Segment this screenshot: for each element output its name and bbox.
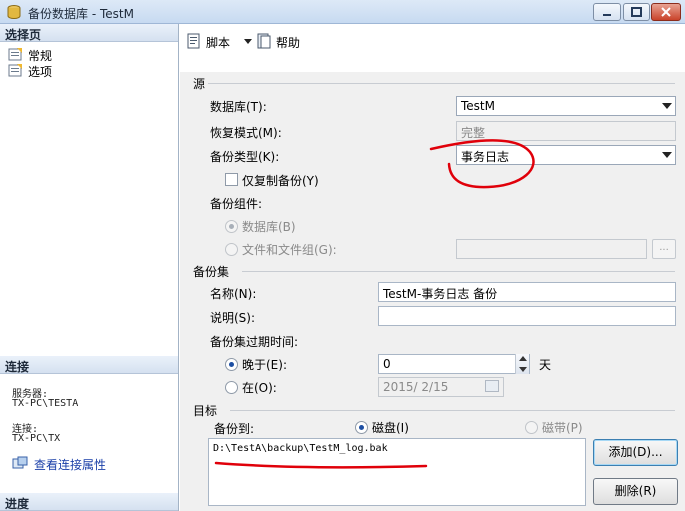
section-divider <box>230 410 675 411</box>
expire-days-value: 0 <box>383 357 391 371</box>
section-divider <box>242 271 675 272</box>
days-spinner[interactable] <box>515 354 529 374</box>
backup-name-input[interactable]: TestM-事务日志 备份 <box>378 282 676 302</box>
recovery-model-value: 完整 <box>461 126 486 140</box>
component-database-label: 数据库(B) <box>242 220 296 234</box>
right-pane: 脚本 帮助 源 数据库(T): TestM 恢复模式(M): 完整 备份类型(K… <box>180 24 685 511</box>
page-icon <box>8 48 22 61</box>
recovery-model-field: 完整 <box>456 121 676 141</box>
connection-value: TX-PC\TX <box>12 433 61 444</box>
add-button[interactable]: 添加(D)... <box>593 439 678 466</box>
connection-properties-icon <box>12 456 28 469</box>
server-value: TX-PC\TESTA <box>12 398 79 409</box>
left-pane: 选择页 常规 选项 连接 服务器: TX-PC\TESTA 连接: TX-PC\… <box>0 24 179 511</box>
backup-component-label: 备份组件: <box>210 197 263 211</box>
days-unit-label: 天 <box>539 358 552 372</box>
expire-after-label: 晚于(E): <box>242 358 287 372</box>
backup-type-select[interactable]: 事务日志 <box>456 145 676 165</box>
destination-list[interactable]: D:\TestA\backup\TestM_log.bak <box>208 438 586 506</box>
window-title: 备份数据库 - TestM <box>28 7 134 21</box>
component-files-label: 文件和文件组(G): <box>242 243 337 257</box>
script-icon <box>187 33 200 49</box>
copy-only-label: 仅复制备份(Y) <box>242 174 319 188</box>
component-database-radio[interactable] <box>225 220 238 233</box>
database-icon <box>7 5 21 20</box>
expire-label: 备份集过期时间: <box>210 335 299 349</box>
name-label: 名称(N): <box>210 287 257 301</box>
maximize-icon <box>631 7 642 17</box>
database-select[interactable]: TestM <box>456 96 676 116</box>
disk-label: 磁盘(I) <box>372 421 409 435</box>
backup-type-value: 事务日志 <box>461 150 510 164</box>
chevron-down-icon <box>662 103 672 109</box>
backup-set-section-label: 备份集 <box>193 265 230 279</box>
tape-radio[interactable] <box>525 421 538 434</box>
script-button[interactable]: 脚本 <box>186 33 254 51</box>
backup-to-label: 备份到: <box>214 422 255 436</box>
filegroups-field <box>456 239 647 259</box>
toolbar: 脚本 帮助 <box>180 24 685 60</box>
backup-type-label: 备份类型(K): <box>210 150 280 164</box>
progress-header: 进度 <box>0 493 178 511</box>
select-page-header: 选择页 <box>0 24 178 42</box>
remove-button[interactable]: 删除(R) <box>593 478 678 505</box>
expire-date-value: 2015/ 2/15 <box>383 380 449 394</box>
copy-only-checkbox[interactable] <box>225 173 238 186</box>
component-files-radio[interactable] <box>225 243 238 256</box>
minimize-button[interactable] <box>593 3 621 21</box>
expire-after-radio[interactable] <box>225 358 238 371</box>
calendar-icon <box>485 380 499 392</box>
page-icon <box>8 64 22 77</box>
form-area: 源 数据库(T): TestM 恢复模式(M): 完整 备份类型(K): 事务日… <box>180 72 685 511</box>
destination-section-label: 目标 <box>193 404 218 418</box>
browse-filegroups-button[interactable]: ... <box>652 239 676 259</box>
expire-days-input[interactable]: 0 <box>378 354 530 374</box>
description-label: 说明(S): <box>210 311 256 325</box>
help-button[interactable]: 帮助 <box>256 33 306 51</box>
backup-name-value: TestM-事务日志 备份 <box>383 287 498 301</box>
recovery-model-label: 恢复模式(M): <box>210 126 282 140</box>
database-value: TestM <box>461 99 495 113</box>
close-icon <box>661 7 671 17</box>
chevron-down-icon[interactable] <box>244 39 252 45</box>
source-section-label: 源 <box>193 77 206 91</box>
help-label: 帮助 <box>276 36 301 50</box>
maximize-button[interactable] <box>623 3 650 21</box>
script-label: 脚本 <box>206 36 231 50</box>
destination-path[interactable]: D:\TestA\backup\TestM_log.bak <box>213 443 388 454</box>
title-bar: 备份数据库 - TestM <box>0 0 685 24</box>
view-connection-properties-label: 查看连接属性 <box>34 458 107 472</box>
expire-date-picker[interactable]: 2015/ 2/15 <box>378 377 504 397</box>
connection-header: 连接 <box>0 356 178 374</box>
description-input[interactable] <box>378 306 676 326</box>
tape-label: 磁带(P) <box>542 421 583 435</box>
database-label: 数据库(T): <box>210 100 267 114</box>
page-general-label: 常规 <box>28 49 53 63</box>
page-options-label: 选项 <box>28 65 53 79</box>
expire-on-label: 在(O): <box>242 381 277 395</box>
chevron-down-icon <box>662 152 672 158</box>
expire-on-radio[interactable] <box>225 381 238 394</box>
close-button[interactable] <box>651 3 681 21</box>
section-divider <box>208 83 675 84</box>
disk-radio[interactable] <box>355 421 368 434</box>
minimize-icon <box>603 14 611 16</box>
help-icon <box>257 33 271 49</box>
